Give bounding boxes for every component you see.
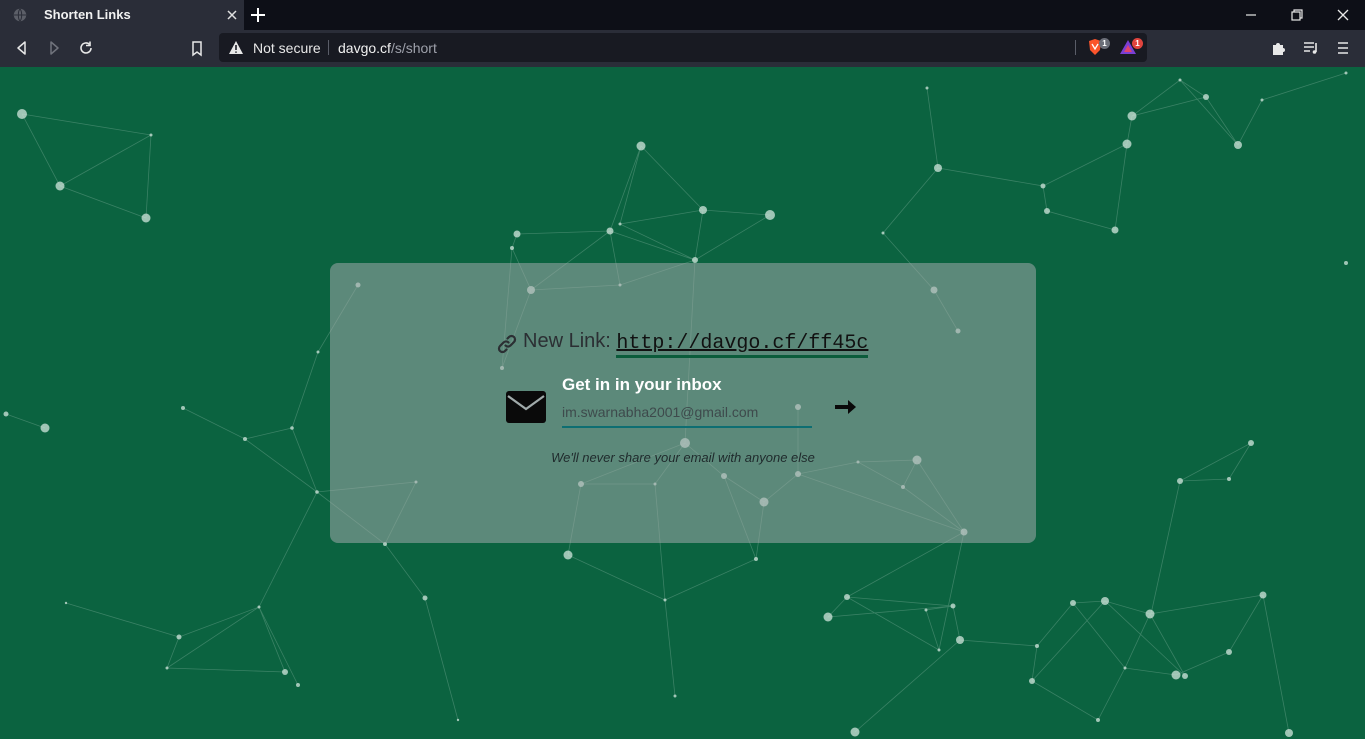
- browser-tab[interactable]: Shorten Links: [0, 0, 244, 30]
- email-field-wrapper: [562, 400, 812, 428]
- close-tab-icon[interactable]: [224, 7, 240, 23]
- back-icon[interactable]: [13, 39, 31, 57]
- globe-icon: [13, 8, 27, 22]
- reload-icon[interactable]: [77, 39, 95, 57]
- rewards-count-badge: 1: [1132, 38, 1143, 49]
- extensions-puzzle-icon[interactable]: [1270, 39, 1288, 57]
- tab-title: Shorten Links: [44, 7, 131, 22]
- minimize-icon[interactable]: [1242, 6, 1260, 24]
- media-playlist-icon[interactable]: [1302, 39, 1320, 57]
- address-bar[interactable]: Not secure davgo.cf/s/short 1 1: [219, 33, 1147, 62]
- bookmark-icon[interactable]: [188, 39, 206, 57]
- restore-icon[interactable]: [1288, 6, 1306, 24]
- url-host: davgo.cf: [338, 40, 391, 56]
- close-window-icon[interactable]: [1334, 6, 1352, 24]
- privacy-note: We'll never share your email with anyone…: [551, 450, 815, 465]
- link-icon: [497, 334, 517, 354]
- new-link-label: New Link:: [523, 330, 611, 352]
- menu-icon[interactable]: [1334, 39, 1352, 57]
- warning-icon: [229, 41, 243, 54]
- url-separator: [328, 40, 329, 55]
- short-url-link[interactable]: http://davgo.cf/ff45c: [616, 332, 869, 358]
- email-input[interactable]: [562, 400, 812, 424]
- inbox-heading: Get in in your inbox: [562, 375, 722, 394]
- new-tab-plus-icon[interactable]: [249, 6, 267, 24]
- tab-strip: Shorten Links: [0, 0, 1365, 30]
- security-label[interactable]: Not secure: [253, 40, 321, 56]
- new-link-row: New Link: http://davgo.cf/ff45c: [497, 330, 869, 358]
- shield-count-badge: 1: [1099, 38, 1110, 49]
- shorten-result-card: New Link: http://davgo.cf/ff45c Get in i…: [330, 263, 1036, 543]
- forward-icon[interactable]: [45, 39, 63, 57]
- envelope-icon: [506, 391, 546, 423]
- url-separator-right: [1075, 40, 1076, 55]
- browser-toolbar: Not secure davgo.cf/s/short 1 1: [0, 30, 1365, 67]
- arrow-right-icon[interactable]: [833, 397, 859, 417]
- url-text[interactable]: davgo.cf/s/short: [338, 40, 437, 56]
- url-path: /s/short: [390, 40, 437, 56]
